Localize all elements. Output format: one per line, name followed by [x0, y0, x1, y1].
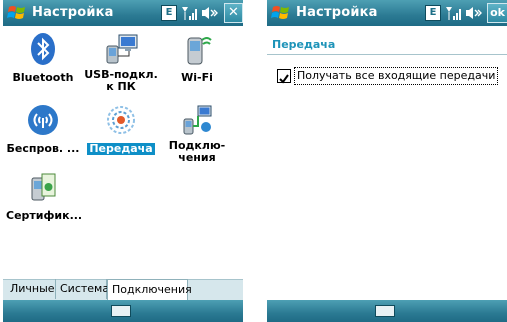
tab-personal[interactable]: Личные: [6, 279, 56, 299]
section-divider: [267, 54, 507, 55]
bluetooth-label: Bluetooth: [12, 71, 74, 84]
windows-start-icon[interactable]: [6, 3, 28, 23]
section-title: Передача: [272, 38, 336, 51]
keyboard-icon[interactable]: [375, 305, 395, 317]
usb-pc-label: USB-подкл. к ПК: [84, 68, 158, 93]
tab-system[interactable]: Система: [56, 279, 109, 299]
window-title: Настройка: [296, 5, 378, 20]
usb-pc-item[interactable]: USB-подкл. к ПК: [82, 32, 160, 94]
wifi-item[interactable]: Wi-Fi: [158, 32, 236, 85]
usb-pc-icon: [106, 34, 138, 64]
signal-strength-icon[interactable]: [445, 5, 461, 21]
wifi-icon: [187, 37, 212, 65]
title-bar: Настройка E ok: [267, 0, 507, 26]
wireless-icon: [28, 105, 58, 135]
certificates-item[interactable]: Сертифик...: [4, 170, 82, 223]
connections-item[interactable]: Подклю- чения: [158, 103, 236, 165]
beam-item[interactable]: Передача: [82, 103, 160, 156]
window-title: Настройка: [32, 5, 114, 20]
tab-connections[interactable]: Подключения: [107, 279, 192, 300]
checkmark-icon: [279, 74, 289, 84]
settings-tab-bar: Личные Система Подключения: [3, 279, 243, 301]
connections-label: Подклю- чения: [168, 139, 226, 164]
wireless-item[interactable]: Беспров. ...: [4, 103, 82, 156]
wifi-label: Wi-Fi: [181, 71, 213, 84]
windows-start-icon[interactable]: [270, 3, 292, 23]
beam-label: Передача: [87, 142, 155, 155]
connections-icon: [183, 105, 212, 135]
edge-network-icon[interactable]: E: [425, 5, 441, 21]
settings-connections-screen: Настройка E ✕ Bluetooth USB-подкл. к ПК: [3, 0, 243, 322]
soft-key-bar: [3, 300, 243, 322]
certificates-icon: [31, 173, 56, 201]
ok-button[interactable]: ok: [487, 3, 507, 23]
beam-settings-screen: Настройка E ok Передача Получать все вхо…: [267, 0, 507, 322]
certificates-label: Сертифик...: [6, 209, 83, 222]
title-bar: Настройка E ✕: [3, 0, 243, 26]
edge-network-icon[interactable]: E: [161, 5, 177, 21]
speaker-muted-icon[interactable]: [465, 5, 483, 21]
receive-beams-label[interactable]: Получать все входящие передачи: [294, 67, 499, 85]
beam-icon: [107, 106, 135, 134]
receive-beams-checkbox[interactable]: [277, 69, 291, 84]
bluetooth-item[interactable]: Bluetooth: [4, 32, 82, 85]
soft-key-bar: [267, 300, 507, 322]
wireless-label: Беспров. ...: [6, 142, 80, 155]
speaker-muted-icon[interactable]: [201, 5, 219, 21]
signal-strength-icon[interactable]: [181, 5, 197, 21]
keyboard-icon[interactable]: [111, 305, 131, 317]
close-button[interactable]: ✕: [224, 3, 243, 23]
bluetooth-icon: [31, 33, 55, 65]
